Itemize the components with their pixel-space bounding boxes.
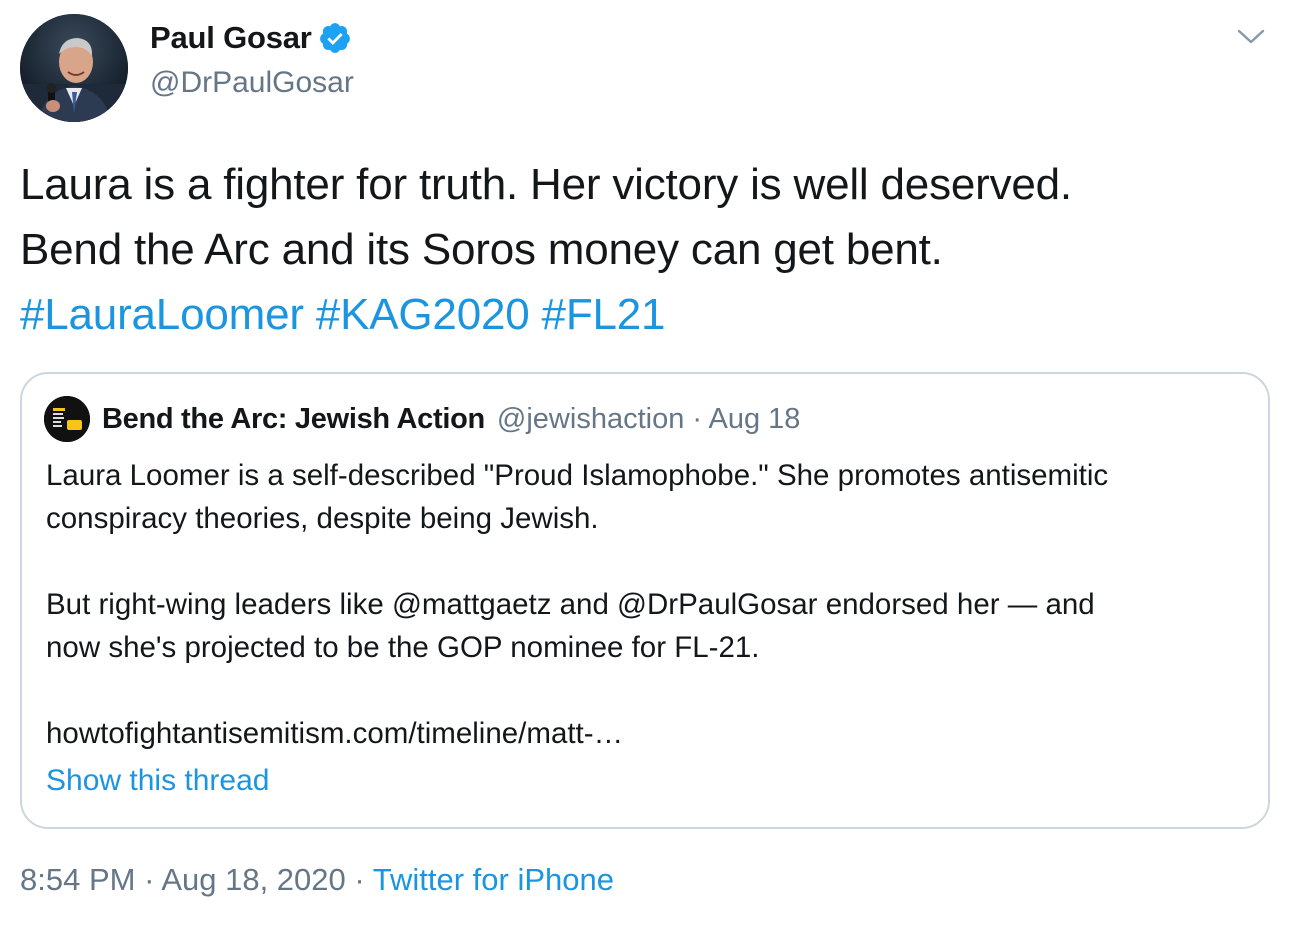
tweet-time[interactable]: 8:54 PM — [20, 862, 135, 897]
quoted-text-line: now she's projected to be the GOP nomine… — [46, 631, 760, 664]
quoted-text-line: But right-wing leaders like @mattgaetz a… — [46, 588, 1095, 621]
quoted-text-line: Laura Loomer is a self-described "Proud … — [46, 459, 1109, 492]
quoted-author-avatar[interactable] — [44, 396, 90, 442]
avatar-image — [20, 14, 128, 122]
quoted-tweet-text: Laura Loomer is a self-described "Proud … — [46, 454, 1246, 755]
tweet-source-link[interactable]: Twitter for iPhone — [373, 862, 614, 897]
quoted-display-name[interactable]: Bend the Arc: Jewish Action — [102, 403, 485, 436]
show-thread-link[interactable]: Show this thread — [46, 764, 269, 798]
tweet-card: Paul Gosar @DrPaulGosar Laura is a fight… — [0, 0, 1292, 925]
quoted-tweet-header: Bend the Arc: Jewish Action @jewishactio… — [44, 396, 800, 442]
author-display-name[interactable]: Paul Gosar — [150, 20, 312, 56]
tweet-text-line: Bend the Arc and its Soros money can get… — [20, 225, 943, 274]
hashtag-link[interactable]: #LauraLoomer — [20, 290, 304, 339]
author-avatar[interactable] — [20, 14, 128, 122]
author-name-row[interactable]: Paul Gosar — [150, 20, 352, 56]
author-handle[interactable]: @DrPaulGosar — [150, 66, 354, 100]
quoted-text-line: conspiracy theories, despite being Jewis… — [46, 502, 599, 535]
tweet-text-line: Laura is a fighter for truth. Her victor… — [20, 160, 1072, 209]
separator: · — [354, 862, 365, 897]
quoted-avatar-image — [44, 396, 90, 442]
verified-badge-icon — [318, 21, 352, 55]
quoted-handle-date[interactable]: @jewishaction · Aug 18 — [497, 403, 801, 436]
tweet-date[interactable]: Aug 18, 2020 — [161, 862, 345, 897]
chevron-down-icon[interactable] — [1236, 26, 1266, 48]
hashtag-link[interactable]: #KAG2020 — [316, 290, 530, 339]
tweet-text: Laura is a fighter for truth. Her victor… — [20, 152, 1272, 347]
quoted-tweet[interactable]: Bend the Arc: Jewish Action @jewishactio… — [20, 372, 1270, 829]
tweet-footer: 8:54 PM · Aug 18, 2020 · Twitter for iPh… — [20, 862, 614, 898]
separator: · — [144, 862, 155, 897]
hashtag-link[interactable]: #FL21 — [542, 290, 666, 339]
tweet-hashtags: #LauraLoomer #KAG2020 #FL21 — [20, 282, 1272, 347]
quoted-link[interactable]: howtofightantisemitism.com/timeline/matt… — [46, 712, 1246, 755]
